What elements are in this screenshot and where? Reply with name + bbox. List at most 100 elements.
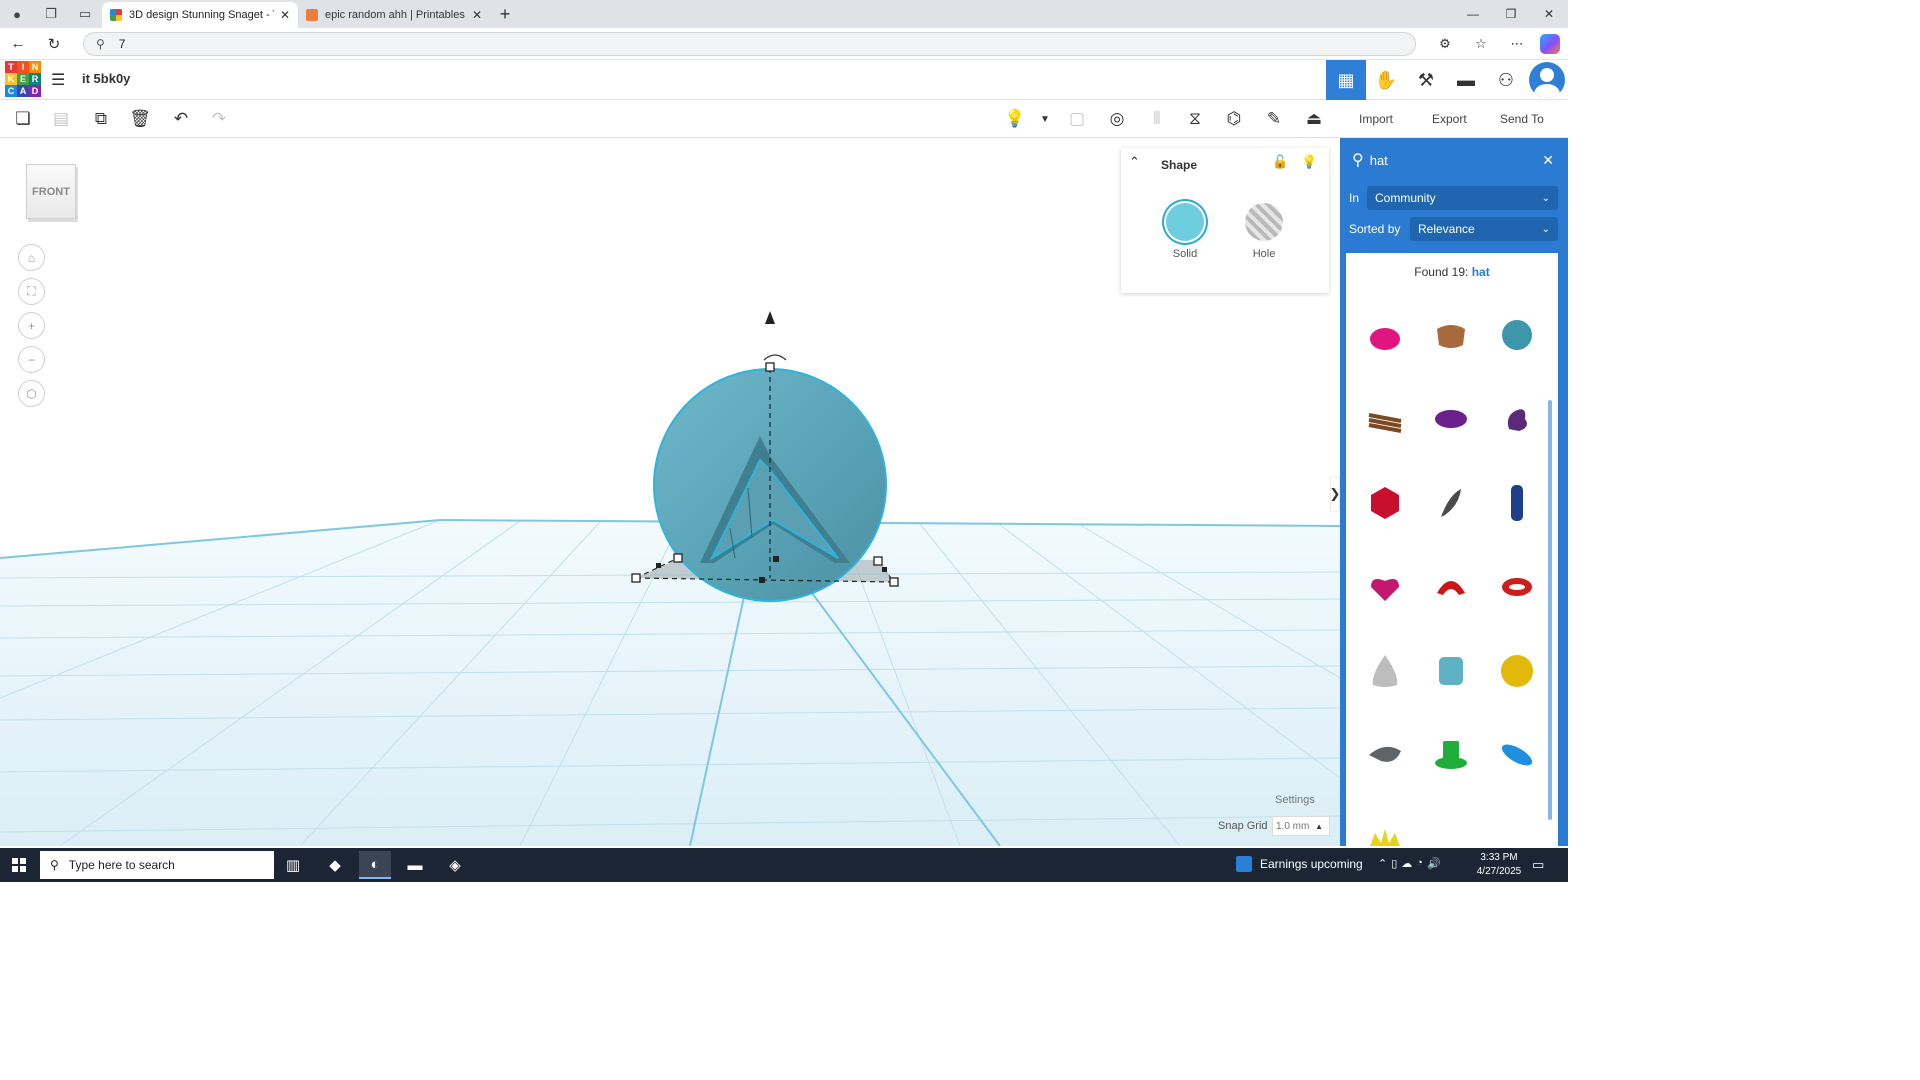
cloud-icon[interactable]: ☁ [1401,857,1412,870]
result-item-purple-creature[interactable] [1484,377,1550,461]
battery-icon[interactable]: ▯ [1391,857,1397,870]
avatar[interactable] [1526,60,1568,100]
result-item-red-ring[interactable] [1484,545,1550,629]
library-scrollbar[interactable] [1548,400,1552,820]
windows-start-icon[interactable] [12,858,26,872]
delete-icon[interactable]: 🗑 [128,107,152,131]
result-item-wood-planks[interactable] [1352,377,1418,461]
blocks-icon[interactable]: ⚒ [1406,60,1446,100]
perspective-icon[interactable]: ⬡ [18,380,45,407]
visibility-bulb-icon[interactable]: 💡 [1301,154,1317,170]
taskbar-search[interactable]: ⚲ Type here to search [40,851,274,879]
result-item-blue-ellipse[interactable] [1484,713,1550,797]
lock-icon[interactable]: 🔓 [1272,154,1288,170]
collapse-caret-icon[interactable]: ⌃ [1129,154,1140,170]
more-menu-icon[interactable]: ⋯ [1504,32,1530,56]
bricks-icon[interactable]: ▬ [1446,60,1486,100]
copilot-app-icon[interactable]: ◆ [319,851,351,879]
clear-search-icon[interactable]: ✕ [1542,152,1554,169]
result-item-teal-cup[interactable] [1418,629,1484,713]
maximize-icon[interactable]: ❐ [1492,0,1530,28]
library-search-input[interactable]: hat [1370,153,1543,168]
edge-browser-icon[interactable]: ◐ [359,851,391,879]
export-button[interactable]: Export [1432,108,1467,130]
3d-design-view-button[interactable]: ▦ [1326,60,1366,100]
tinkercad-logo[interactable]: T I N K E R C A D [5,61,41,97]
notifications-icon[interactable]: ▭ [1532,857,1544,873]
extensions-icon[interactable]: ⚙ [1432,32,1458,56]
file-explorer-icon[interactable]: ▬ [399,851,431,879]
collection-dropdown[interactable]: Community ⌄ [1367,186,1558,210]
align-icon[interactable]: ⫴ [1145,107,1169,131]
app-diamond-icon[interactable]: ◈ [439,851,471,879]
design-name[interactable]: it 5bk0y [82,71,130,86]
settings-link[interactable]: Settings [1275,794,1315,806]
library-search[interactable]: ⚲ hat ✕ [1346,146,1558,174]
cruise-icon[interactable]: ⌬ [1222,107,1246,131]
new-tab-button[interactable]: + [490,4,520,25]
window-close-icon[interactable]: ✕ [1530,0,1568,28]
send-to-button[interactable]: Send To [1500,108,1544,130]
profile-icon[interactable]: ● [0,0,34,28]
result-item-teal-sphere[interactable] [1484,293,1550,377]
home-view-icon[interactable]: ⌂ [18,244,45,271]
copilot-icon[interactable] [1540,34,1560,54]
undo-icon[interactable]: ↶ [169,107,193,131]
view-cube[interactable]: FRONT [26,164,76,219]
ruler-icon[interactable]: ✎ [1262,107,1286,131]
close-tab-icon[interactable]: ✕ [280,8,290,22]
design-list-icon[interactable]: ☰ [51,70,71,89]
result-item-dark-feather[interactable] [1418,461,1484,545]
reload-icon[interactable]: ↻ [36,28,72,60]
result-item-green-top-hat[interactable] [1418,713,1484,797]
snap-grid-select[interactable]: 1.0 mm ▲ [1272,816,1330,836]
redo-icon[interactable]: ↷ [207,107,231,131]
result-item-yellow-crown[interactable] [1352,797,1418,846]
duplicate-icon[interactable]: ⧉ [89,107,113,131]
tab-actions-icon[interactable]: ▭ [68,0,102,28]
result-item-grey-cone[interactable] [1352,629,1418,713]
result-item-red-gem[interactable] [1352,461,1418,545]
result-item-grey-cap[interactable] [1352,713,1418,797]
workplane-icon[interactable]: ⏏ [1302,107,1326,131]
ungroup-icon[interactable]: ◎ [1105,107,1129,131]
volume-icon[interactable]: 🔊 [1427,857,1441,870]
system-clock[interactable]: 3:33 PM 4/27/2025 [1470,851,1528,879]
tab-printables[interactable]: epic random ahh | Printables.com ✕ [298,2,490,28]
sort-dropdown[interactable]: Relevance ⌄ [1410,217,1558,241]
zoom-in-icon[interactable]: + [18,312,45,339]
result-item-pink-dome[interactable] [1352,293,1418,377]
favorites-icon[interactable]: ☆ [1468,32,1494,56]
zoom-out-icon[interactable]: − [18,346,45,373]
brown-heart-thumbnail-icon [1437,325,1465,348]
chevron-down-icon[interactable]: ▼ [1033,107,1057,131]
result-item-purple-ruffle[interactable] [1418,377,1484,461]
solid-color-swatch[interactable] [1166,203,1204,241]
result-item-magenta-heart[interactable] [1352,545,1418,629]
paste-icon[interactable]: ▤ [49,107,73,131]
light-bulb-icon[interactable]: 💡 [1003,107,1027,131]
add-user-icon[interactable]: ⚇ [1486,60,1526,100]
close-tab-icon[interactable]: ✕ [472,8,482,22]
group-icon[interactable]: ▢ [1065,107,1089,131]
tab-tinkercad[interactable]: 3D design Stunning Snaget - Tink ✕ [102,2,298,28]
panel-toggle-button[interactable]: ❯ [1330,476,1340,512]
fit-view-icon[interactable]: ⛶ [18,278,45,305]
back-icon[interactable]: ← [0,28,36,60]
hole-swatch[interactable] [1245,203,1283,241]
result-item-red-arch[interactable] [1418,545,1484,629]
import-button[interactable]: Import [1359,108,1393,130]
result-item-blue-cylinder[interactable] [1484,461,1550,545]
mirror-icon[interactable]: ⧖ [1183,107,1207,131]
copy-icon[interactable]: ❏ [11,107,35,131]
result-item-brown-heart[interactable] [1418,293,1484,377]
tray-chevron-up-icon[interactable]: ⌃ [1378,857,1387,870]
network-icon[interactable]: ◔ [1416,857,1423,870]
workspaces-icon[interactable]: ❐ [34,0,68,28]
url-input[interactable]: ⚲ 7 [83,32,1416,56]
task-view-icon[interactable]: ▥ [277,851,309,879]
result-item-yellow-sphere[interactable] [1484,629,1550,713]
minimize-icon[interactable]: — [1454,0,1492,28]
news-widget[interactable]: Earnings upcoming [1236,856,1363,872]
sim-lab-icon[interactable]: ✋ [1366,60,1406,100]
